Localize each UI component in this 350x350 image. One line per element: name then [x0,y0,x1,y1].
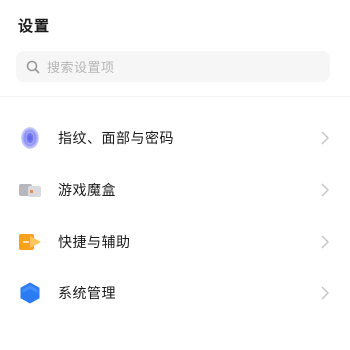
section-divider [0,96,350,97]
search-icon [26,60,40,74]
settings-item-label: 指纹、面部与密码 [58,131,174,147]
chevron-right-icon [320,286,330,300]
settings-item-system-management[interactable]: 系统管理 [0,273,350,313]
page-title: 设置 [18,17,51,35]
chevron-right-icon [320,235,330,249]
settings-item-game-box[interactable]: 游戏魔盒 [0,170,350,210]
game-box-icon [18,178,42,202]
settings-item-label: 快捷与辅助 [58,235,131,251]
shortcut-icon [18,230,42,254]
settings-item-label: 游戏魔盒 [58,183,116,199]
settings-item-label: 系统管理 [58,286,116,302]
search-bar[interactable]: 搜索设置项 [16,51,330,82]
system-hexagon-icon [18,281,42,305]
fingerprint-icon [18,126,42,150]
search-placeholder: 搜索设置项 [47,61,115,76]
settings-page: 设置 搜索设置项 指纹、面部与密码 游戏魔盒 快捷与辅助 系统管理 [0,0,350,350]
settings-item-shortcuts-accessibility[interactable]: 快捷与辅助 [0,222,350,262]
settings-item-fingerprint-face-password[interactable]: 指纹、面部与密码 [0,118,350,158]
chevron-right-icon [320,183,330,197]
chevron-right-icon [320,131,330,145]
